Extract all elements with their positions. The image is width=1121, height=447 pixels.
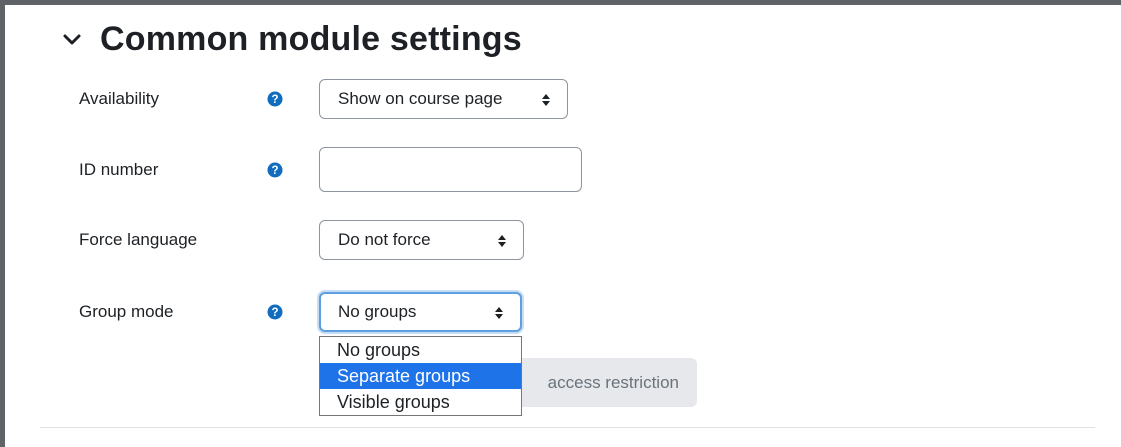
force-language-select[interactable]: Do not force [319,220,524,260]
chevron-down-icon[interactable] [58,26,86,54]
force-language-select-value: Do not force [338,230,431,249]
availability-label: Availability [79,89,160,108]
add-access-restriction-label: access restriction [547,372,679,392]
section-header[interactable]: Common module settings [58,20,522,59]
section-title: Common module settings [100,20,522,58]
group-mode-label: Group mode [79,302,174,321]
svg-text:?: ? [271,165,278,177]
select-arrows-icon [497,233,507,247]
window-frame-top [0,0,1121,5]
question-circle-icon[interactable]: ? [267,91,283,107]
force-language-row: Force language Do not force [0,220,1121,260]
availability-select-value: Show on course page [338,89,503,108]
dropdown-option-separate-groups[interactable]: Separate groups [320,363,521,389]
id-number-label: ID number [79,159,159,179]
dropdown-option-visible-groups[interactable]: Visible groups [320,389,521,415]
question-circle-icon[interactable]: ? [267,304,283,320]
group-mode-select[interactable]: No groups [319,292,522,332]
id-number-input[interactable] [319,147,582,192]
id-number-row: ID number ? [0,147,1121,192]
group-mode-dropdown[interactable]: No groups Separate groups Visible groups [319,336,522,416]
force-language-label: Force language [79,230,198,249]
svg-text:?: ? [271,307,278,319]
availability-row: Availability ? Show on course page [0,79,1121,119]
section-divider [40,427,1095,428]
group-mode-row: Group mode ? No groups [0,292,1121,332]
select-arrows-icon [494,305,504,319]
group-mode-select-value: No groups [338,302,417,321]
svg-text:?: ? [271,94,278,106]
dropdown-option-no-groups[interactable]: No groups [320,337,521,363]
select-arrows-icon [541,92,551,106]
availability-select[interactable]: Show on course page [319,79,568,119]
question-circle-icon[interactable]: ? [267,162,283,178]
